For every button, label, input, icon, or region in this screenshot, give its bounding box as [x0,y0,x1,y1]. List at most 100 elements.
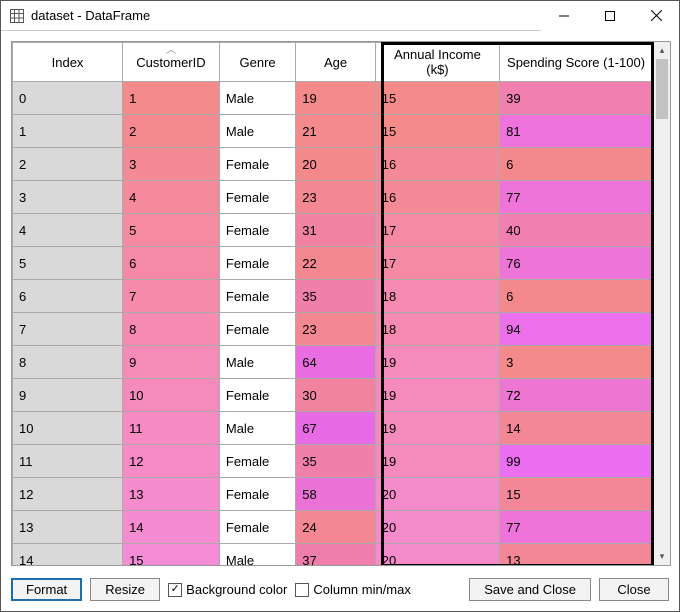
table-row[interactable]: 1415Male372013 [13,544,653,566]
table-row[interactable]: 34Female231677 [13,181,653,214]
cell-spend[interactable]: 40 [500,214,653,247]
cell-income[interactable]: 18 [375,280,499,313]
cell-age[interactable]: 35 [296,445,375,478]
scroll-track[interactable] [654,59,670,548]
maximize-button[interactable] [587,1,633,31]
cell-customer-id[interactable]: 13 [123,478,220,511]
cell-index[interactable]: 0 [13,82,123,115]
cell-index[interactable]: 2 [13,148,123,181]
cell-index[interactable]: 1 [13,115,123,148]
background-color-checkbox[interactable]: ✓ Background color [168,582,287,597]
close-button[interactable]: Close [599,578,669,601]
cell-index[interactable]: 8 [13,346,123,379]
cell-age[interactable]: 20 [296,148,375,181]
table-row[interactable]: 1314Female242077 [13,511,653,544]
table-row[interactable]: 67Female35186 [13,280,653,313]
col-header-genre[interactable]: Genre [219,43,295,82]
scroll-down-icon[interactable]: ▾ [654,548,670,565]
cell-spend[interactable]: 14 [500,412,653,445]
cell-customer-id[interactable]: 14 [123,511,220,544]
cell-index[interactable]: 12 [13,478,123,511]
table-row[interactable]: 89Male64193 [13,346,653,379]
cell-age[interactable]: 19 [296,82,375,115]
resize-button[interactable]: Resize [90,578,160,601]
cell-spend[interactable]: 6 [500,280,653,313]
cell-customer-id[interactable]: 2 [123,115,220,148]
cell-income[interactable]: 19 [375,445,499,478]
table-scroll[interactable]: Index ︿CustomerID Genre Age Annual Incom… [12,42,653,565]
cell-spend[interactable]: 81 [500,115,653,148]
cell-index[interactable]: 6 [13,280,123,313]
col-header-index[interactable]: Index [13,43,123,82]
table-row[interactable]: 45Female311740 [13,214,653,247]
cell-income[interactable]: 15 [375,115,499,148]
cell-spend[interactable]: 15 [500,478,653,511]
cell-index[interactable]: 9 [13,379,123,412]
cell-spend[interactable]: 13 [500,544,653,566]
cell-age[interactable]: 30 [296,379,375,412]
format-button[interactable]: Format [11,578,82,601]
cell-income[interactable]: 18 [375,313,499,346]
cell-genre[interactable]: Female [219,511,295,544]
cell-age[interactable]: 31 [296,214,375,247]
cell-customer-id[interactable]: 12 [123,445,220,478]
cell-index[interactable]: 3 [13,181,123,214]
table-row[interactable]: 23Female20166 [13,148,653,181]
cell-customer-id[interactable]: 11 [123,412,220,445]
cell-age[interactable]: 67 [296,412,375,445]
cell-customer-id[interactable]: 3 [123,148,220,181]
close-window-button[interactable] [633,1,679,31]
table-row[interactable]: 1112Female351999 [13,445,653,478]
table-row[interactable]: 56Female221776 [13,247,653,280]
vertical-scrollbar[interactable]: ▴ ▾ [653,42,670,565]
cell-income[interactable]: 15 [375,82,499,115]
cell-customer-id[interactable]: 1 [123,82,220,115]
cell-age[interactable]: 37 [296,544,375,566]
cell-age[interactable]: 58 [296,478,375,511]
table-row[interactable]: 01Male191539 [13,82,653,115]
cell-income[interactable]: 20 [375,544,499,566]
cell-index[interactable]: 4 [13,214,123,247]
cell-customer-id[interactable]: 8 [123,313,220,346]
cell-spend[interactable]: 94 [500,313,653,346]
cell-spend[interactable]: 76 [500,247,653,280]
cell-customer-id[interactable]: 5 [123,214,220,247]
cell-customer-id[interactable]: 9 [123,346,220,379]
cell-income[interactable]: 19 [375,412,499,445]
cell-genre[interactable]: Female [219,379,295,412]
table-row[interactable]: 78Female231894 [13,313,653,346]
cell-index[interactable]: 5 [13,247,123,280]
cell-genre[interactable]: Male [219,115,295,148]
cell-income[interactable]: 20 [375,511,499,544]
cell-genre[interactable]: Female [219,478,295,511]
cell-age[interactable]: 35 [296,280,375,313]
col-header-spend[interactable]: Spending Score (1-100) [500,43,653,82]
cell-index[interactable]: 11 [13,445,123,478]
cell-spend[interactable]: 3 [500,346,653,379]
cell-genre[interactable]: Female [219,148,295,181]
scroll-thumb[interactable] [656,59,668,119]
cell-genre[interactable]: Female [219,247,295,280]
cell-genre[interactable]: Female [219,214,295,247]
scroll-up-icon[interactable]: ▴ [654,42,670,59]
cell-genre[interactable]: Female [219,445,295,478]
cell-genre[interactable]: Male [219,346,295,379]
cell-customer-id[interactable]: 4 [123,181,220,214]
table-row[interactable]: 12Male211581 [13,115,653,148]
col-header-age[interactable]: Age [296,43,375,82]
cell-income[interactable]: 20 [375,478,499,511]
cell-income[interactable]: 17 [375,214,499,247]
cell-age[interactable]: 24 [296,511,375,544]
titlebar[interactable]: dataset - DataFrame [1,1,679,31]
cell-genre[interactable]: Female [219,313,295,346]
table-row[interactable]: 1011Male671914 [13,412,653,445]
cell-index[interactable]: 13 [13,511,123,544]
cell-spend[interactable]: 6 [500,148,653,181]
col-header-income[interactable]: Annual Income (k$) [375,43,499,82]
cell-index[interactable]: 10 [13,412,123,445]
cell-customer-id[interactable]: 7 [123,280,220,313]
col-header-customer-id[interactable]: ︿CustomerID [123,43,220,82]
cell-spend[interactable]: 39 [500,82,653,115]
cell-age[interactable]: 23 [296,181,375,214]
cell-genre[interactable]: Female [219,280,295,313]
